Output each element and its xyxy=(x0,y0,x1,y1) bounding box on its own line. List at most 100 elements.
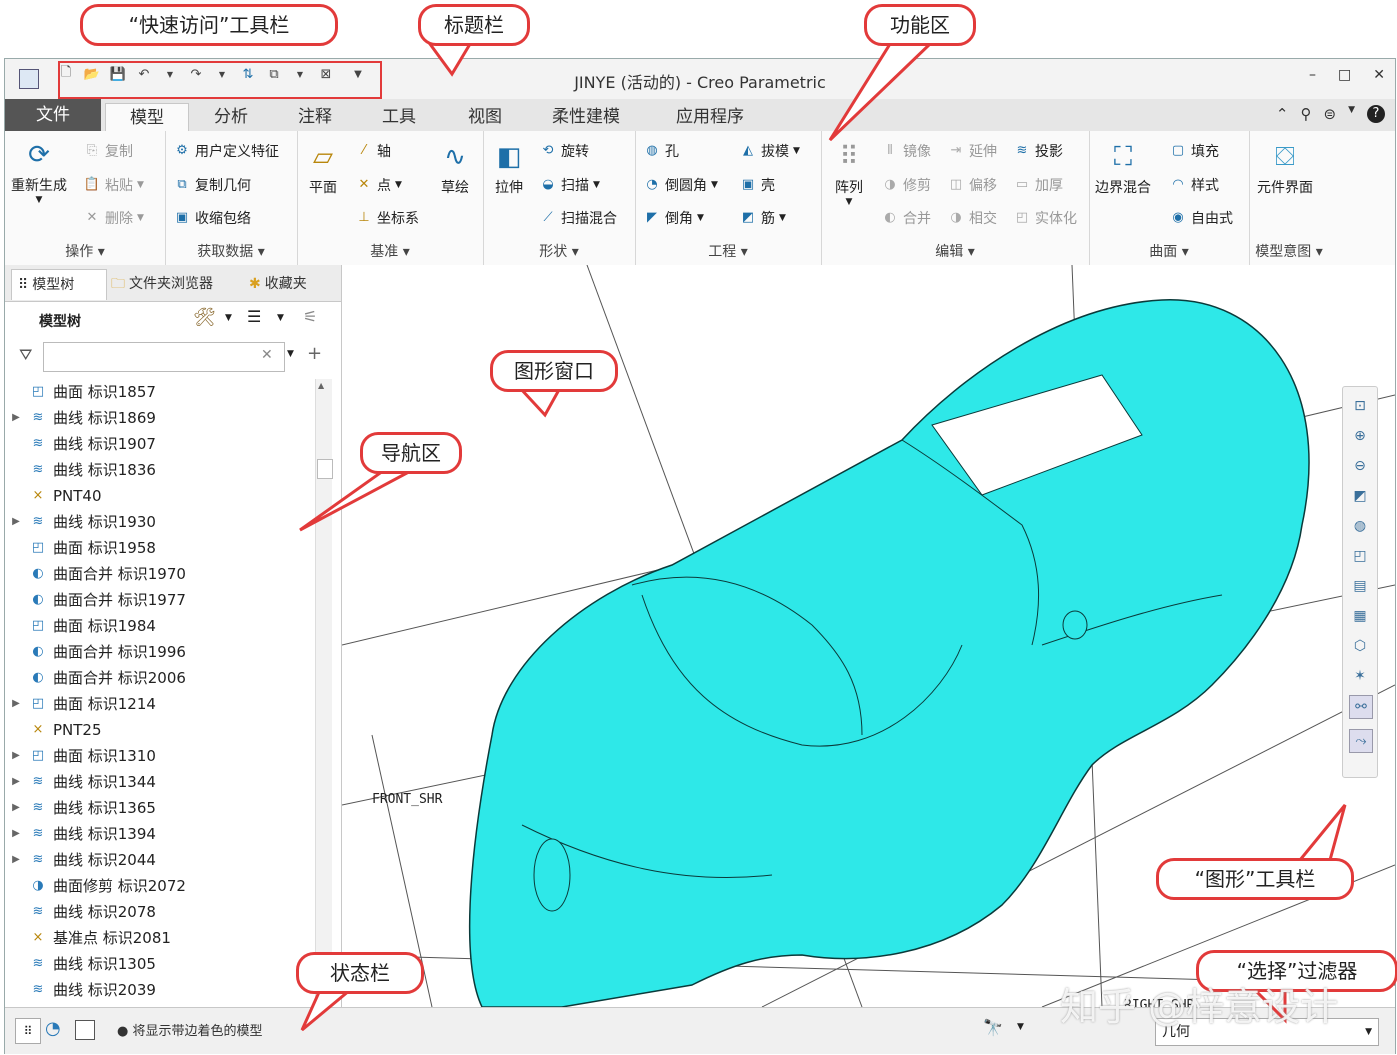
expand-arrow-icon[interactable]: ▶ xyxy=(5,769,27,795)
close-icon[interactable]: ✕ xyxy=(1373,67,1385,83)
group-label-engineering[interactable]: 工程 ▾ xyxy=(635,241,821,261)
expand-arrow-icon[interactable]: ▶ xyxy=(5,847,27,873)
draft-button[interactable]: ◭ 拔模 ▼ xyxy=(739,141,800,161)
fill-button[interactable]: ▢ 填充 xyxy=(1169,141,1219,161)
tab-favorites[interactable]: ✱ 收藏夹 xyxy=(243,269,339,299)
paste-button[interactable]: 📋 粘贴 ▼ xyxy=(83,175,144,195)
tab-annotate[interactable]: 注释 xyxy=(275,103,355,131)
tree-item[interactable]: ◐ 曲面合并 标识2006 xyxy=(5,665,186,691)
tree-item[interactable]: ▶ ≋ 曲线 标识1869 xyxy=(5,405,156,431)
minimize-icon[interactable]: – xyxy=(1309,67,1316,83)
tree-item[interactable]: × 基准点 标识2081 xyxy=(5,925,171,951)
spin-center-toggle-icon[interactable]: ⤳ xyxy=(1349,729,1373,753)
copy-button[interactable]: ⎘ 复制 xyxy=(83,141,133,161)
settings-dropdown-icon[interactable]: ▼ xyxy=(225,313,232,323)
thicken-button[interactable]: ▭ 加厚 xyxy=(1013,175,1063,195)
intersect-button[interactable]: ◑ 相交 xyxy=(947,208,997,228)
clear-search-icon[interactable]: ✕ xyxy=(261,347,273,363)
expand-arrow-icon[interactable]: ▶ xyxy=(5,821,27,847)
find-dropdown-icon[interactable]: ▼ xyxy=(1017,1022,1024,1032)
revolve-button[interactable]: ⟲ 旋转 xyxy=(539,141,589,161)
pattern-button[interactable]: ⠿ 阵列 ▼ xyxy=(829,137,869,207)
tree-item[interactable]: ≋ 曲线 标识2039 xyxy=(5,977,156,1003)
tree-search-input[interactable] xyxy=(43,342,285,372)
component-interface-button[interactable]: ⛋ 元件界面 xyxy=(1257,137,1313,197)
group-label-editing[interactable]: 编辑 ▾ xyxy=(821,241,1089,261)
spin-center-icon[interactable]: ◍ xyxy=(1349,515,1371,537)
show-dropdown-icon[interactable]: ▼ xyxy=(277,313,284,323)
find-icon[interactable]: 🔭 xyxy=(983,1018,1003,1037)
repaint-icon[interactable]: ◩ xyxy=(1349,485,1371,507)
tab-analysis[interactable]: 分析 xyxy=(191,103,271,131)
tab-applications[interactable]: 应用程序 xyxy=(645,103,775,131)
zoom-in-icon[interactable]: ⊕ xyxy=(1349,425,1371,447)
tree-item[interactable]: ◐ 曲面合并 标识1996 xyxy=(5,639,186,665)
collapse-ribbon-icon[interactable]: ⌃ xyxy=(1276,105,1289,123)
round-button[interactable]: ◔ 倒圆角 ▼ xyxy=(643,175,718,195)
tab-tools[interactable]: 工具 xyxy=(359,103,439,131)
axis-button[interactable]: ⁄ 轴 xyxy=(355,141,391,161)
tree-item[interactable]: ▶ ≋ 曲线 标识2044 xyxy=(5,847,156,873)
boundary-blend-button[interactable]: ⛶ 边界混合 xyxy=(1095,137,1151,197)
zoom-out-icon[interactable]: ⊖ xyxy=(1349,455,1371,477)
expand-arrow-icon[interactable]: ▶ xyxy=(5,743,27,769)
tree-scrollbar[interactable]: ▲ xyxy=(315,379,333,1007)
tree-item[interactable]: ▶ ◰ 曲面 标识1310 xyxy=(5,743,156,769)
copy-geometry-button[interactable]: ⧉ 复制几何 xyxy=(173,175,251,195)
tree-item[interactable]: ▶ ◰ 曲面 标识1214 xyxy=(5,691,156,717)
offset-button[interactable]: ◫ 偏移 xyxy=(947,175,997,195)
browser-icon[interactable]: ◔ xyxy=(45,1018,61,1039)
merge-button[interactable]: ◐ 合并 xyxy=(881,208,931,228)
tree-item[interactable]: ◐ 曲面合并 标识1977 xyxy=(5,587,186,613)
help-dropdown-icon[interactable]: ▼ xyxy=(1348,105,1355,123)
expand-arrow-icon[interactable]: ▶ xyxy=(5,795,27,821)
tree-item[interactable]: × PNT25 xyxy=(5,717,102,743)
shell-button[interactable]: ▣ 壳 xyxy=(739,175,775,195)
group-label-operations[interactable]: 操作 ▾ xyxy=(5,241,165,261)
filter-tree-icon[interactable]: ⚟ xyxy=(303,307,317,326)
mirror-button[interactable]: ⫴ 镜像 xyxy=(881,141,931,161)
full-screen-icon[interactable] xyxy=(75,1020,95,1040)
hole-button[interactable]: ◍ 孔 xyxy=(643,141,679,161)
tree-item[interactable]: × PNT40 xyxy=(5,483,102,509)
project-button[interactable]: ≋ 投影 xyxy=(1013,141,1063,161)
regenerate-button[interactable]: ⟳ 重新生成 ▼ xyxy=(11,135,67,205)
tree-item[interactable]: ▶ ≋ 曲线 标识1394 xyxy=(5,821,156,847)
display-style-icon[interactable]: ◰ xyxy=(1349,545,1371,567)
scroll-up-icon[interactable]: ▲ xyxy=(318,381,324,390)
saved-orientations-icon[interactable]: ▤ xyxy=(1349,575,1371,597)
community-icon[interactable]: ⊜ xyxy=(1324,105,1337,123)
add-filter-icon[interactable]: + xyxy=(307,343,322,364)
expand-arrow-icon[interactable]: ▶ xyxy=(5,509,27,535)
group-label-get-data[interactable]: 获取数据 ▾ xyxy=(165,241,297,261)
tree-item[interactable]: ◰ 曲面 标识1857 xyxy=(5,379,156,405)
shrinkwrap-button[interactable]: ▣ 收缩包络 xyxy=(173,208,251,228)
tree-item[interactable]: ▶ ≋ 曲线 标识1365 xyxy=(5,795,156,821)
point-button[interactable]: ✕ 点 ▼ xyxy=(355,175,402,195)
settings-tools-icon[interactable]: 🛠 xyxy=(193,307,216,328)
chamfer-button[interactable]: ◤ 倒角 ▼ xyxy=(643,208,704,228)
tree-item[interactable]: ◰ 曲面 标识1984 xyxy=(5,613,156,639)
search-icon[interactable]: ⚲ xyxy=(1301,105,1312,123)
tab-file[interactable]: 文件 xyxy=(5,99,101,131)
tree-item[interactable]: ◰ 曲面 标识1958 xyxy=(5,535,156,561)
maximize-icon[interactable]: □ xyxy=(1338,67,1351,83)
refit-icon[interactable]: ⊡ xyxy=(1349,395,1371,417)
help-icon[interactable]: ? xyxy=(1367,105,1385,123)
rib-button[interactable]: ◩ 筋 ▼ xyxy=(739,208,786,228)
scroll-thumb[interactable] xyxy=(317,459,333,479)
group-label-model-intent[interactable]: 模型意图 ▾ xyxy=(1249,241,1329,261)
annotation-display-icon[interactable]: ⚯ xyxy=(1349,695,1373,719)
sweep-button[interactable]: ◒ 扫描 ▼ xyxy=(539,175,600,195)
expand-arrow-icon[interactable]: ▶ xyxy=(5,691,27,717)
show-list-icon[interactable]: ☰ xyxy=(247,307,261,326)
freestyle-button[interactable]: ◉ 自由式 xyxy=(1169,208,1233,228)
tree-item[interactable]: ≋ 曲线 标识1305 xyxy=(5,951,156,977)
tab-flexible-modeling[interactable]: 柔性建模 xyxy=(531,103,641,131)
swept-blend-button[interactable]: ⟋ 扫描混合 xyxy=(539,208,617,228)
extrude-button[interactable]: ◧ 拉伸 xyxy=(489,137,529,197)
group-label-datum[interactable]: 基准 ▾ xyxy=(297,241,483,261)
tab-model[interactable]: 模型 xyxy=(105,103,189,132)
tab-model-tree[interactable]: ⠿ 模型树 xyxy=(11,269,107,300)
tree-item[interactable]: ◐ 曲面合并 标识1970 xyxy=(5,561,186,587)
